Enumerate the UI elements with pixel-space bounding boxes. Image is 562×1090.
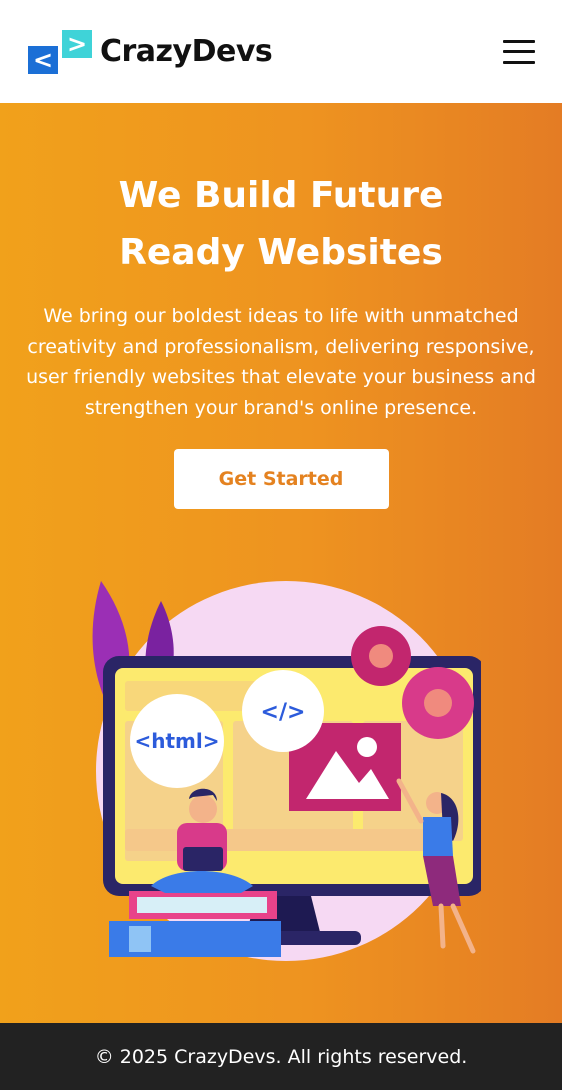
hero-title: We Build Future Ready Websites	[118, 175, 444, 273]
hero-description: We bring our boldest ideas to life with …	[26, 305, 536, 419]
site-footer: © 2025 CrazyDevs. All rights reserved.	[0, 1023, 562, 1090]
brand[interactable]: < > CrazyDevs	[28, 29, 273, 74]
sun-dot	[357, 737, 377, 757]
logo-right-glyph: >	[67, 30, 87, 58]
code-badge-label: </>	[261, 700, 306, 725]
logo-left-glyph: <	[33, 46, 53, 74]
book-pages	[137, 897, 267, 913]
hamburger-icon	[503, 39, 535, 43]
hamburger-icon	[503, 60, 535, 64]
laptop	[183, 847, 223, 871]
get-started-button[interactable]: Get Started	[173, 449, 389, 509]
person-head	[189, 795, 217, 823]
web-development-illustration: <html> </>	[92, 581, 481, 961]
hero-section: We Build Future Ready Websites We bring …	[0, 103, 562, 1023]
screen-panel	[125, 829, 445, 851]
html-badge-label: <html>	[134, 729, 219, 753]
brand-name: CrazyDevs	[100, 34, 273, 69]
book-spine	[129, 926, 151, 952]
woman-top	[423, 817, 453, 856]
site-header: < > CrazyDevs	[0, 0, 562, 103]
gear-hub	[369, 644, 393, 668]
gear-hub	[424, 689, 452, 717]
woman-leg	[438, 903, 446, 949]
hamburger-menu-button[interactable]	[503, 38, 535, 66]
woman-leg	[450, 903, 476, 954]
hamburger-icon	[503, 50, 535, 53]
copyright-text: © 2025 CrazyDevs. All rights reserved.	[94, 1045, 468, 1068]
code-brackets-logo-icon: < >	[28, 29, 92, 74]
